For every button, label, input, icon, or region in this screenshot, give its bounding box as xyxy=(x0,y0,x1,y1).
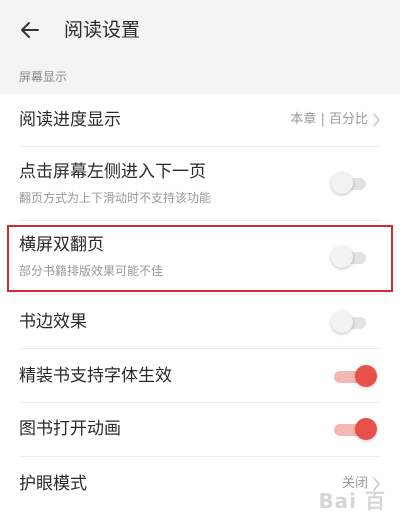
row-hardcover-font[interactable]: 精装书支持字体生效 xyxy=(0,349,400,401)
toggle-switch[interactable] xyxy=(331,172,368,194)
row-book-open-animation[interactable]: 图书打开动画 xyxy=(0,403,400,455)
row-title: 点击屏幕左侧进入下一页 xyxy=(19,162,206,182)
settings-list: 阅读进度显示 本章 | 百分比 点击屏幕左侧进入下一页 翻页方式为上下滑动时不支… xyxy=(0,94,400,520)
highlight-box xyxy=(7,225,393,292)
row-subtitle: 翻页方式为上下滑动时不支持该功能 xyxy=(19,191,212,205)
page-title: 阅读设置 xyxy=(64,19,141,41)
row-title: 阅读进度显示 xyxy=(19,110,121,130)
row-value: 本章 | 百分比 xyxy=(290,112,368,127)
row-title: 精装书支持字体生效 xyxy=(19,366,172,386)
arrow-left-icon xyxy=(21,22,39,38)
header: 阅读设置 xyxy=(0,0,400,60)
section-label: 屏幕显示 xyxy=(19,70,68,84)
watermark: Bai 百 xyxy=(318,489,386,513)
back-button[interactable] xyxy=(18,18,42,42)
row-reading-progress[interactable]: 阅读进度显示 本章 | 百分比 xyxy=(0,94,400,146)
chevron-right-icon xyxy=(372,113,381,127)
toggle-switch[interactable] xyxy=(332,365,377,387)
row-tap-left-next-page[interactable]: 点击屏幕左侧进入下一页 翻页方式为上下滑动时不支持该功能 xyxy=(0,147,400,219)
row-title: 护眼模式 xyxy=(19,474,87,494)
row-title: 书边效果 xyxy=(19,312,87,332)
toggle-switch[interactable] xyxy=(332,418,377,440)
toggle-switch[interactable] xyxy=(331,311,368,333)
row-book-edge-effect[interactable]: 书边效果 xyxy=(0,295,400,347)
row-title: 图书打开动画 xyxy=(19,419,121,439)
